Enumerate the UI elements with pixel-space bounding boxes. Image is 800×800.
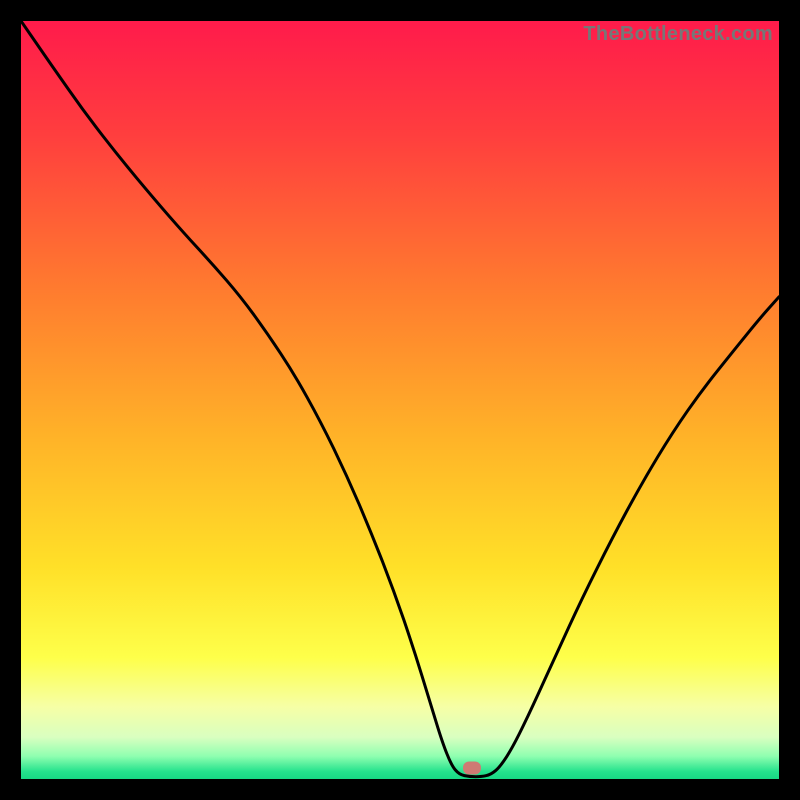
optimal-point-marker [463, 761, 481, 774]
chart-frame: TheBottleneck.com [21, 21, 779, 779]
gradient-background [21, 21, 779, 779]
bottleneck-chart [21, 21, 779, 779]
watermark-text: TheBottleneck.com [583, 23, 773, 46]
